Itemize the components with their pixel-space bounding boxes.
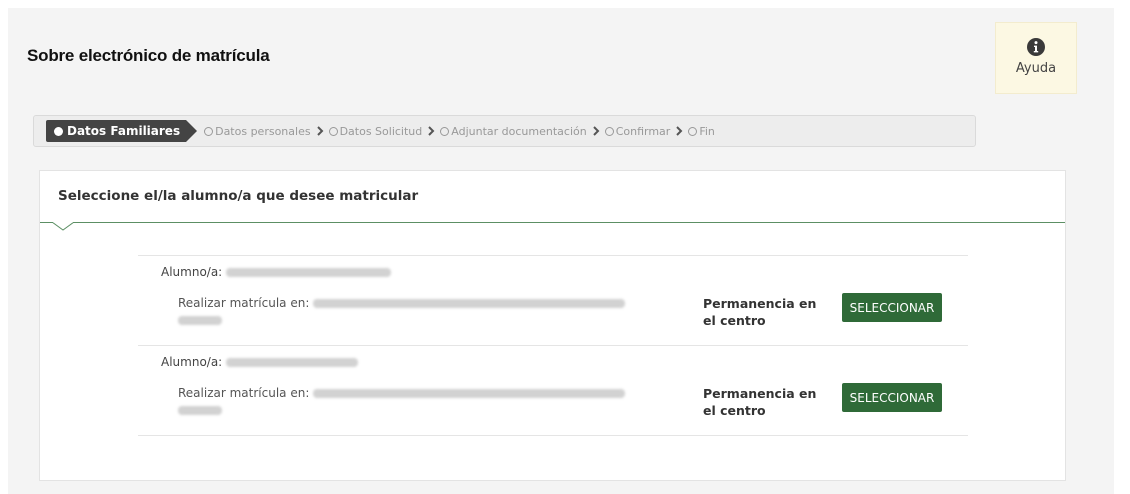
enrollment-school-text: Realizar matrícula en: [178,295,628,329]
step-active-label: Datos Familiares [67,124,181,138]
card-title: Seleccione el/la alumno/a que desee matr… [58,188,419,204]
redacted-student-name [226,358,359,367]
step-label: Confirmar [615,124,671,138]
chevron-right-icon [592,126,600,136]
select-student-button[interactable]: SELECCIONAR [842,383,942,412]
student-list: Alumno/a: Realizar matrícula en: Permane… [138,255,968,436]
redacted-student-name [226,268,392,277]
student-label: Alumno/a: [161,265,223,279]
caret-down-icon [52,222,74,231]
step-dot-icon [328,126,338,136]
card-header: Seleccione el/la alumno/a que desee matr… [40,171,1065,231]
page-title: Sobre electrónico de matrícula [27,46,270,65]
step-adjuntar-documentacion[interactable]: Adjuntar documentación [440,124,587,138]
step-active-dot-icon [54,126,63,136]
student-row: Alumno/a: Realizar matrícula en: Permane… [138,346,968,436]
help-button[interactable]: Ayuda [995,22,1077,94]
student-name-line: Alumno/a: [161,355,359,369]
student-label: Alumno/a: [161,355,223,369]
student-name-line: Alumno/a: [161,265,392,279]
step-dot-icon [604,126,614,136]
student-row: Alumno/a: Realizar matrícula en: Permane… [138,256,968,346]
enrollment-school-text: Realizar matrícula en: [178,385,628,419]
enrollment-type: Permanencia en el centro [703,386,817,418]
step-dot-icon [688,126,698,136]
redacted-school-name [313,389,626,398]
step-label: Adjuntar documentación [451,124,587,138]
step-dot-icon [204,126,214,136]
enrollment-label: Realizar matrícula en: [178,386,310,400]
chevron-right-icon [676,126,683,136]
step-datos-familiares[interactable]: Datos Familiares [46,120,198,142]
chevron-right-icon [316,126,324,136]
enrollment-label: Realizar matrícula en: [178,296,310,310]
step-label: Datos personales [215,124,311,138]
redacted-school-city [178,316,222,325]
step-dot-icon [440,126,450,136]
info-circle-icon [1027,38,1045,56]
help-label: Ayuda [1015,61,1057,76]
select-student-button[interactable]: SELECCIONAR [842,293,942,322]
step-datos-solicitud[interactable]: Datos Solicitud [328,124,423,138]
step-fin[interactable]: Fin [688,125,715,138]
step-confirmar[interactable]: Confirmar [604,124,671,138]
step-label: Fin [699,124,715,138]
side-strip [986,115,1114,171]
enrollment-type: Permanencia en el centro [703,296,817,328]
step-datos-personales[interactable]: Datos personales [204,124,311,138]
student-selection-card: Seleccione el/la alumno/a que desee matr… [39,170,1066,481]
chevron-right-icon [428,126,435,136]
progress-stepper: Datos Familiares Datos personales Datos … [33,115,976,147]
redacted-school-city [178,406,222,415]
step-label: Datos Solicitud [339,124,423,138]
redacted-school-name [313,299,626,308]
